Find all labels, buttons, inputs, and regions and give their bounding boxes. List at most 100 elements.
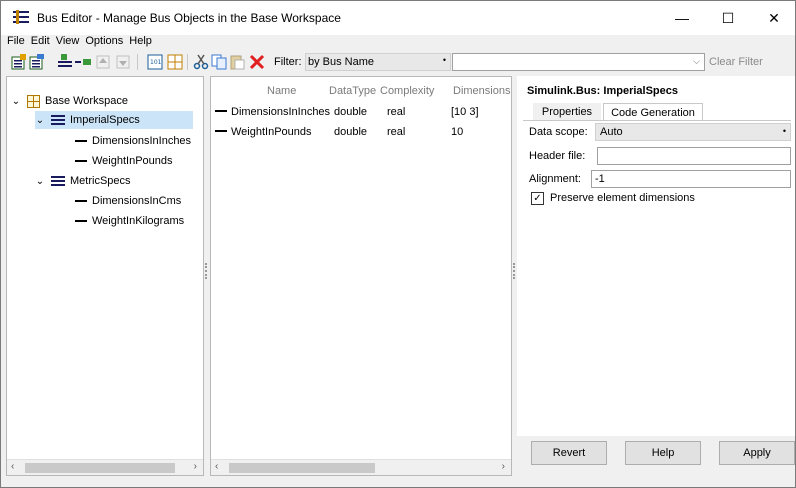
tree-item-dimensionsininches[interactable]: DimensionsInInches bbox=[75, 132, 191, 150]
toolbar-separator bbox=[187, 54, 188, 70]
table-icon[interactable] bbox=[167, 54, 183, 70]
tab-divider bbox=[523, 120, 791, 121]
column-header-datatype[interactable]: DataType bbox=[329, 85, 376, 97]
code-icon[interactable]: 101 bbox=[147, 54, 163, 70]
insert-element-icon[interactable] bbox=[57, 54, 73, 70]
paste-icon[interactable] bbox=[229, 54, 245, 70]
chevron-down-icon[interactable]: ⌄ bbox=[35, 115, 45, 126]
cell-complexity: real bbox=[387, 126, 406, 138]
chevron-down-icon[interactable]: ⌵ bbox=[693, 56, 700, 67]
chevron-down-icon[interactable]: ⌄ bbox=[11, 96, 21, 107]
column-header-name[interactable]: Name bbox=[267, 85, 296, 97]
menu-file[interactable]: File bbox=[7, 35, 25, 49]
bus-icon bbox=[51, 176, 65, 186]
scroll-right-icon[interactable]: › bbox=[502, 461, 505, 472]
property-panel-title: Simulink.Bus: ImperialSpecs bbox=[527, 85, 678, 97]
dropdown-arrow-icon: • bbox=[442, 55, 446, 65]
maximize-button[interactable]: ☐ bbox=[705, 1, 751, 35]
table-horizontal-scrollbar[interactable]: ‹ › bbox=[211, 459, 511, 475]
clear-filter-button[interactable]: Clear Filter bbox=[709, 56, 763, 68]
header-file-input[interactable] bbox=[597, 147, 791, 165]
tab-code-generation[interactable]: Code Generation bbox=[603, 103, 703, 121]
data-scope-select[interactable]: Auto • bbox=[595, 123, 791, 141]
menu-help[interactable]: Help bbox=[129, 35, 152, 49]
delete-icon[interactable] bbox=[249, 54, 265, 70]
tree-item-label: DimensionsInCms bbox=[92, 195, 182, 207]
maximize-icon: ☐ bbox=[721, 9, 735, 26]
window-title: Bus Editor - Manage Bus Objects in the B… bbox=[37, 11, 341, 25]
preserve-dimensions-label: Preserve element dimensions bbox=[550, 192, 695, 204]
property-panel: Simulink.Bus: ImperialSpecs Properties C… bbox=[517, 76, 795, 436]
tree-item-label: WeightInKilograms bbox=[92, 215, 185, 227]
filter-label: Filter: bbox=[274, 56, 302, 68]
element-icon bbox=[75, 200, 87, 202]
svg-text:101: 101 bbox=[150, 59, 162, 66]
new-bus-icon[interactable] bbox=[11, 54, 27, 70]
preserve-dimensions-checkbox[interactable]: ✓ bbox=[531, 192, 544, 205]
chevron-down-icon[interactable]: ⌄ bbox=[35, 176, 45, 187]
add-element-icon[interactable] bbox=[75, 54, 91, 70]
tab-properties[interactable]: Properties bbox=[533, 103, 601, 121]
dropdown-arrow-icon: • bbox=[782, 126, 786, 136]
cell-dimensions: [10 3] bbox=[451, 106, 479, 118]
tree-item-label: ImperialSpecs bbox=[70, 114, 140, 126]
element-icon bbox=[215, 105, 232, 117]
help-button[interactable]: Help bbox=[625, 441, 701, 465]
tree-item-metricspecs[interactable]: ⌄ MetricSpecs bbox=[35, 172, 131, 190]
column-header-dimensions[interactable]: Dimensions bbox=[453, 85, 510, 97]
copy-icon[interactable] bbox=[211, 54, 227, 70]
scrollbar-thumb[interactable] bbox=[229, 463, 375, 473]
cell-dimensions: 10 bbox=[451, 126, 464, 138]
filter-mode-select[interactable]: by Bus Name • bbox=[305, 53, 451, 71]
tree-item-weightinkilograms[interactable]: WeightInKilograms bbox=[75, 212, 184, 230]
scrollbar-thumb[interactable] bbox=[25, 463, 175, 473]
cell-datatype: double bbox=[334, 106, 368, 118]
title-bar: Bus Editor - Manage Bus Objects in the B… bbox=[1, 1, 795, 35]
scroll-left-icon[interactable]: ‹ bbox=[11, 461, 14, 472]
element-icon bbox=[75, 140, 87, 142]
filter-input[interactable]: ⌵ bbox=[452, 53, 705, 71]
left-splitter-handle[interactable] bbox=[205, 263, 207, 279]
scroll-left-icon[interactable]: ‹ bbox=[215, 461, 218, 472]
new-bus-from-selection-icon[interactable] bbox=[29, 54, 45, 70]
revert-button[interactable]: Revert bbox=[531, 441, 607, 465]
close-icon: ✕ bbox=[768, 9, 780, 26]
bus-editor-app-icon bbox=[13, 10, 29, 24]
tree-item-label: WeightInPounds bbox=[92, 155, 173, 167]
cell-datatype: double bbox=[334, 126, 368, 138]
toolbar: 101 Filter: by Bus Name • ⌵ Clear Filter bbox=[1, 51, 795, 73]
element-icon bbox=[215, 125, 232, 137]
cell-complexity: real bbox=[387, 106, 406, 118]
cell-name: DimensionsInInches bbox=[231, 106, 331, 118]
bus-elements-table: Name DataType Complexity Dimensions Dime… bbox=[210, 76, 512, 476]
minimize-button[interactable]: — bbox=[659, 1, 705, 35]
tree-item-label: DimensionsInInches bbox=[92, 135, 192, 147]
cell-name: WeightInPounds bbox=[231, 126, 312, 138]
move-up-icon[interactable] bbox=[95, 54, 111, 70]
filter-mode-value: by Bus Name bbox=[308, 56, 375, 68]
column-header-complexity[interactable]: Complexity bbox=[380, 85, 434, 97]
menu-view[interactable]: View bbox=[56, 35, 80, 49]
tree-item-weightinpounds[interactable]: WeightInPounds bbox=[75, 152, 173, 170]
menu-edit[interactable]: Edit bbox=[31, 35, 50, 49]
tree-item-label: MetricSpecs bbox=[70, 175, 131, 187]
right-splitter-handle[interactable] bbox=[513, 263, 515, 279]
data-scope-label: Data scope: bbox=[529, 126, 588, 138]
close-button[interactable]: ✕ bbox=[751, 1, 796, 35]
tree-item-dimensionsincms[interactable]: DimensionsInCms bbox=[75, 192, 181, 210]
menu-options[interactable]: Options bbox=[85, 35, 123, 49]
scroll-right-icon[interactable]: › bbox=[194, 461, 197, 472]
bus-editor-window: Bus Editor - Manage Bus Objects in the B… bbox=[0, 0, 796, 488]
workspace-tree: ⌄ Base Workspace ⌄ ImperialSpecs Dimensi… bbox=[6, 76, 204, 476]
cut-icon[interactable] bbox=[193, 54, 209, 70]
checkmark-icon: ✓ bbox=[533, 193, 542, 204]
alignment-value: -1 bbox=[595, 173, 605, 185]
menu-bar: File Edit View Options Help bbox=[7, 35, 152, 49]
apply-button[interactable]: Apply bbox=[719, 441, 795, 465]
alignment-label: Alignment: bbox=[529, 173, 581, 185]
tree-item-base-workspace[interactable]: ⌄ Base Workspace bbox=[11, 92, 128, 110]
move-down-icon[interactable] bbox=[115, 54, 131, 70]
alignment-input[interactable]: -1 bbox=[591, 170, 791, 188]
tree-item-imperialspecs[interactable]: ⌄ ImperialSpecs bbox=[35, 111, 193, 129]
tree-horizontal-scrollbar[interactable]: ‹ › bbox=[7, 459, 203, 475]
